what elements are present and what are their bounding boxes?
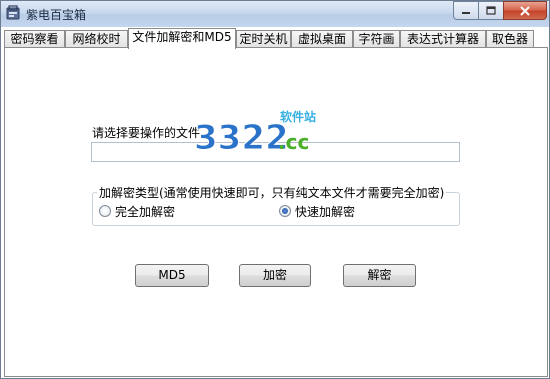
site-watermark-logo: 3322 .cc 软件站 (194, 109, 317, 157)
watermark-suffix: .cc (278, 130, 309, 154)
md5-button[interactable]: MD5 (135, 264, 209, 287)
tab-strip: 密码察看 网络校时 文件加解密和MD5 定时关机 虚拟桌面 字符画 表达式计算器… (4, 28, 548, 49)
window-title: 紫电百宝箱 (26, 8, 87, 22)
encrypt-button[interactable]: 加密 (239, 264, 311, 287)
tab-network-time[interactable]: 网络校时 (65, 30, 128, 48)
tab-scheduled-shutdown[interactable]: 定时关机 (236, 30, 291, 48)
watermark-number: 3322 (194, 118, 289, 157)
close-button[interactable] (503, 1, 547, 20)
title-bar[interactable]: 紫电百宝箱 (1, 1, 549, 27)
toolbox-icon (6, 5, 20, 20)
quick-encryption-radio[interactable] (279, 205, 291, 217)
maximize-icon (486, 6, 496, 15)
encryption-type-group-title: 加解密类型(通常使用快速即可，只有纯文本文件才需要完全加密) (97, 184, 447, 201)
tab-color-picker[interactable]: 取色器 (486, 30, 534, 48)
watermark-caption: 软件站 (280, 109, 316, 124)
tab-expression-calculator[interactable]: 表达式计算器 (400, 30, 486, 48)
tab-file-encrypt-md5[interactable]: 文件加解密和MD5 (128, 28, 236, 49)
minimize-button[interactable] (453, 1, 479, 20)
full-encryption-radio[interactable] (99, 205, 111, 217)
minimize-icon (462, 11, 470, 14)
app-window: 紫电百宝箱 密码察看 网络校时 文件加解密和MD5 定时关机 虚拟桌面 字符画 … (0, 0, 550, 379)
tab-virtual-desktop[interactable]: 虚拟桌面 (291, 30, 353, 48)
maximize-button[interactable] (478, 1, 504, 20)
tab-password-viewer[interactable]: 密码察看 (4, 30, 65, 48)
decrypt-button[interactable]: 解密 (343, 264, 416, 287)
quick-encryption-label[interactable]: 快速加解密 (295, 203, 355, 220)
full-encryption-label[interactable]: 完全加解密 (115, 203, 175, 220)
tab-ascii-art[interactable]: 字符画 (353, 30, 400, 48)
close-icon (520, 5, 530, 16)
